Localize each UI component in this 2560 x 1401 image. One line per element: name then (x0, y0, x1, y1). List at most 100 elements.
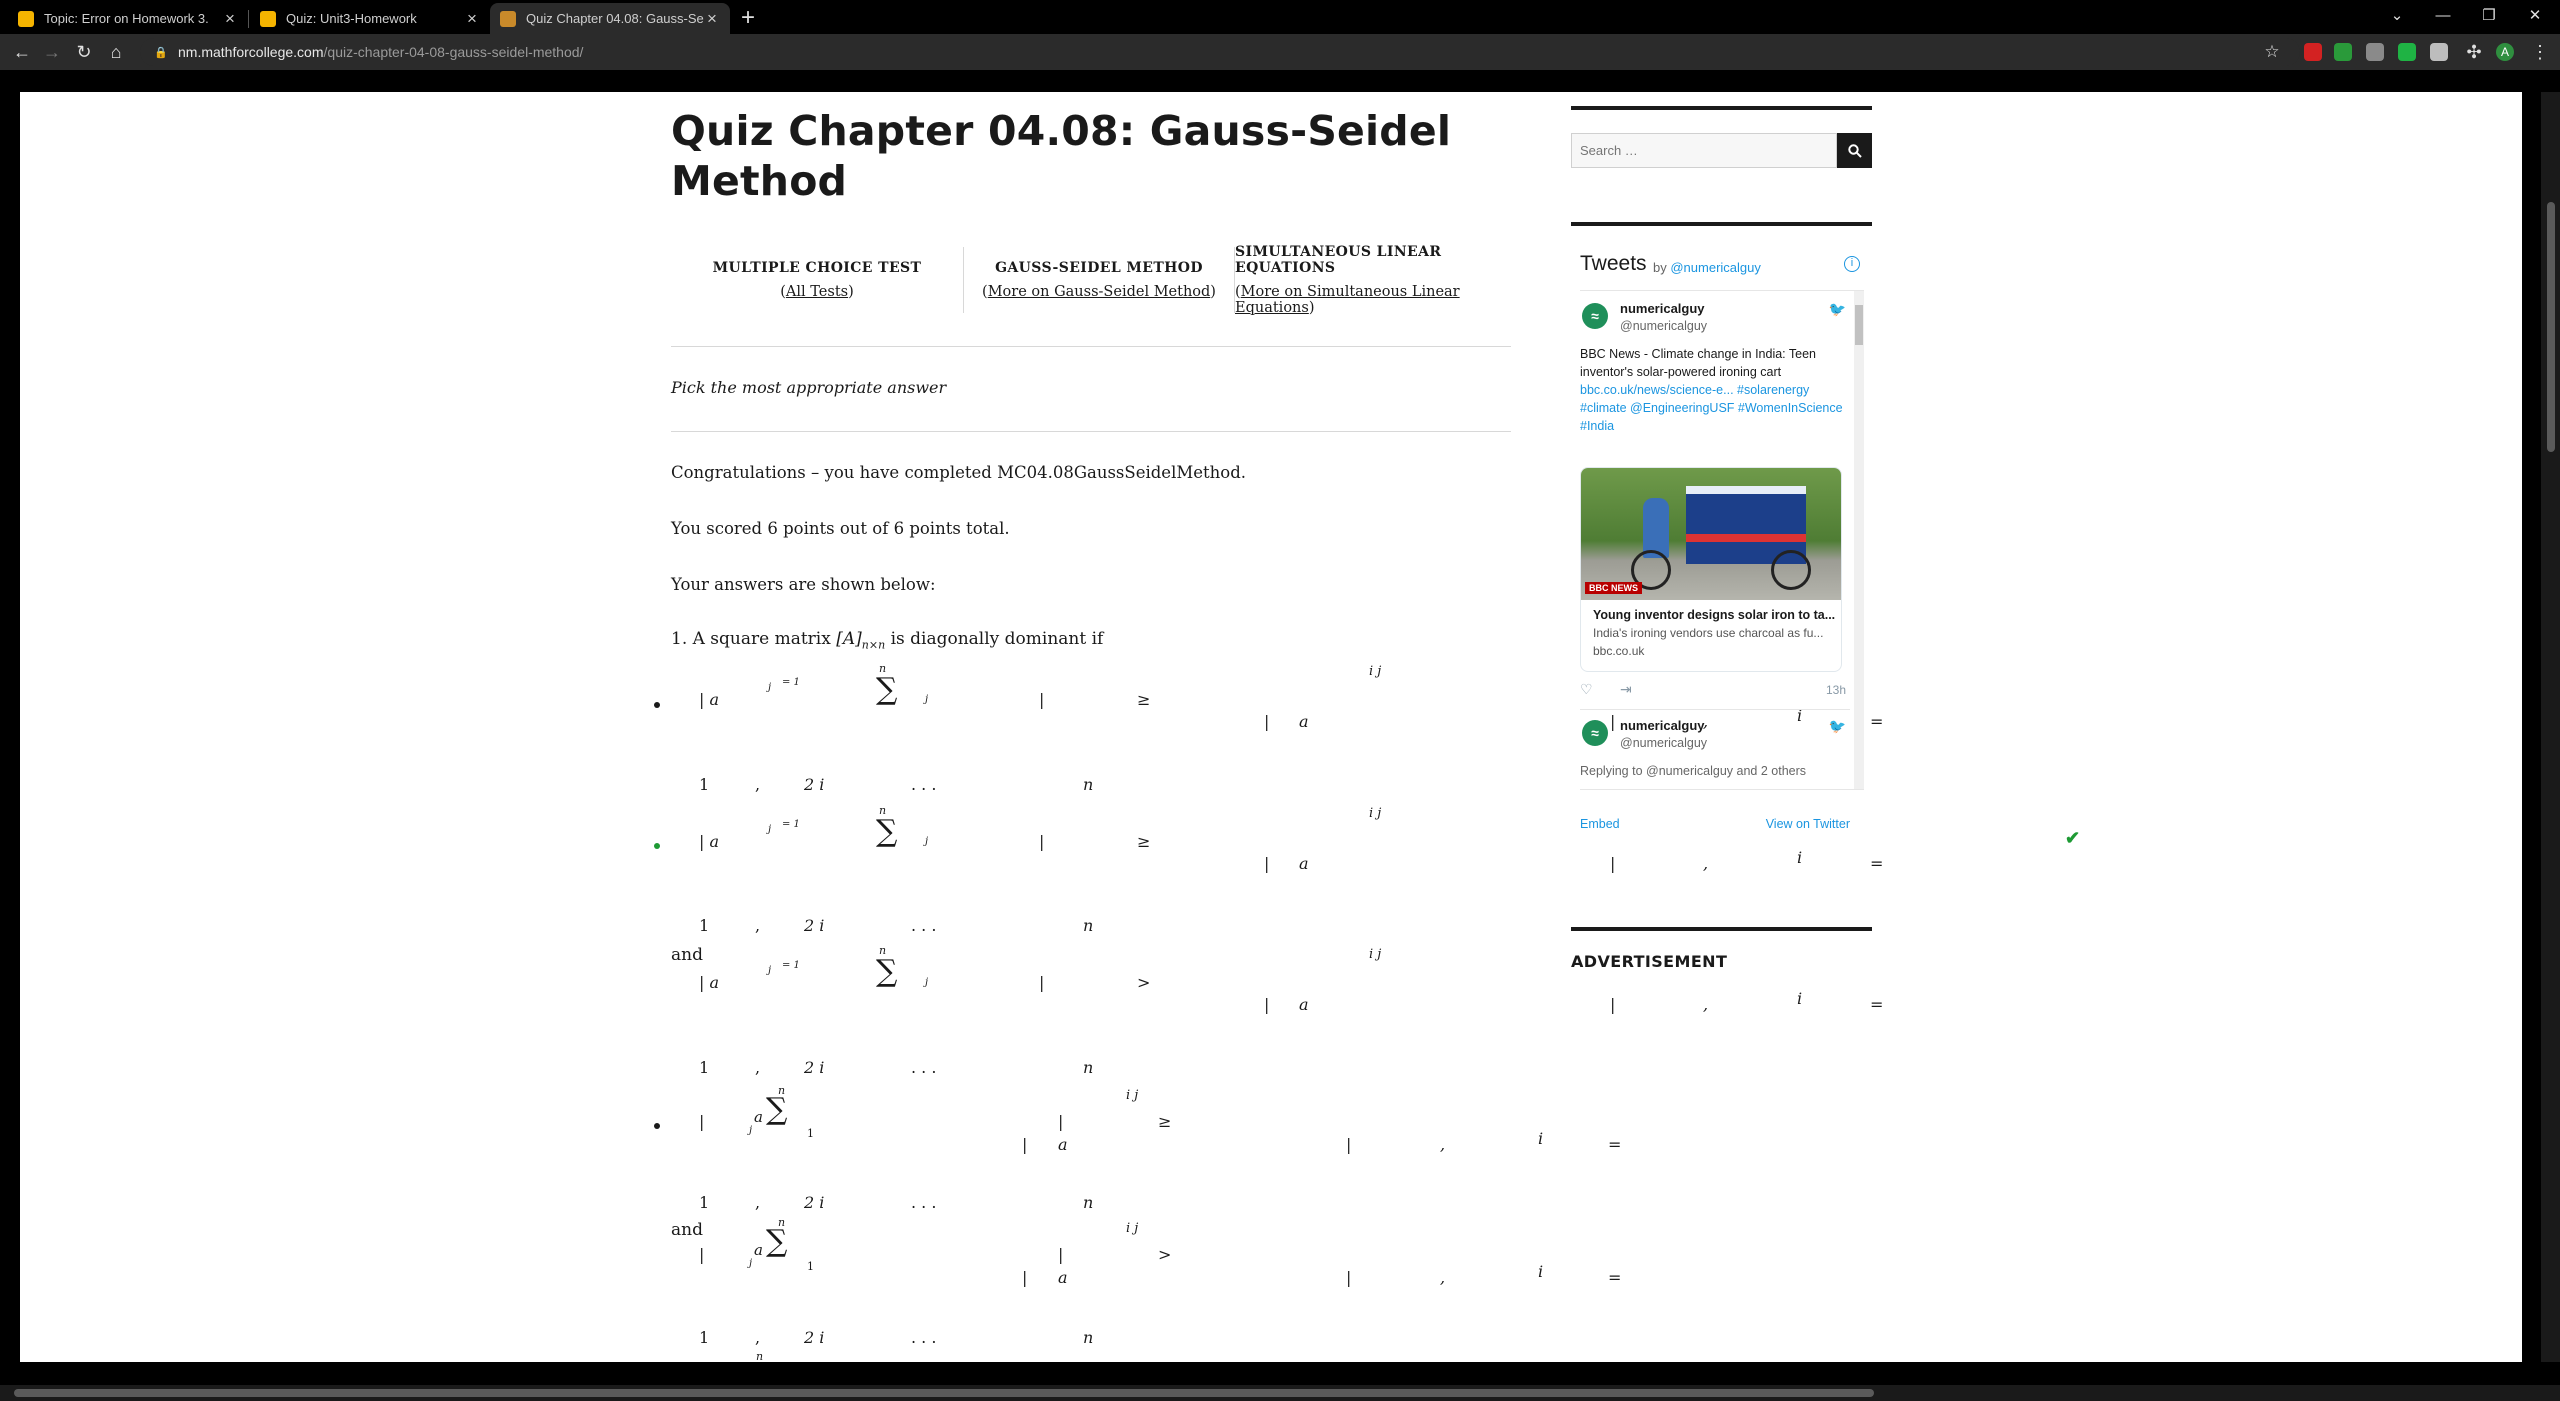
tweet-time[interactable]: 13h (1826, 683, 1846, 697)
extension-red-icon[interactable] (2304, 43, 2322, 61)
math-bar: | (1610, 995, 1616, 1014)
math-comma: , (755, 775, 761, 794)
tweet-text-body: BBC News - Climate change in India: Teen… (1580, 347, 1816, 379)
new-tab-button[interactable]: + (735, 6, 761, 32)
address-bar[interactable]: 🔒 nm.mathforcollege.com/quiz-chapter-04-… (140, 38, 2300, 66)
tweet-author[interactable]: numericalguy (1620, 301, 1705, 316)
math-equals: = (1870, 854, 1884, 873)
math-gt: > (1137, 973, 1151, 992)
tab-quiz-unit3[interactable]: Quiz: Unit3-Homework × (250, 3, 490, 34)
links-gauss-seidel: GAUSS-SEIDEL METHOD (More on Gauss-Seide… (964, 247, 1234, 313)
tweet-item[interactable]: ≈ numericalguy @numericalguy 🐦 BBC News … (1580, 299, 1850, 699)
page-vertical-scrollbar[interactable] (2541, 92, 2560, 1362)
math-ij: i j (1369, 947, 1382, 962)
all-tests-link[interactable]: All Tests (786, 284, 848, 300)
bookmark-star-icon[interactable]: ☆ (2260, 40, 2284, 64)
restore-button[interactable]: ❐ (2466, 2, 2512, 30)
search-button[interactable] (1837, 133, 1872, 168)
option-bullet[interactable] (654, 1123, 660, 1129)
extension-gray-icon[interactable] (2366, 43, 2384, 61)
math-equals: = (1608, 1268, 1622, 1287)
puzzle-extensions-icon[interactable]: ✣ (2462, 40, 2486, 64)
canvas-favicon-icon (18, 10, 34, 27)
twitter-bird-icon[interactable]: 🐦 (1829, 718, 1846, 735)
and-label: and (671, 945, 703, 965)
math-eq1: = 1 (782, 677, 800, 688)
simultaneous-link[interactable]: More on Simultaneous Linear Equations (1235, 284, 1460, 316)
tweet-handle[interactable]: @numericalguy (1620, 736, 1707, 750)
view-on-twitter-link[interactable]: View on Twitter (1766, 817, 1850, 831)
close-tab-icon[interactable]: × (704, 10, 720, 27)
search-icon (1847, 143, 1862, 158)
tweet-text: BBC News - Climate change in India: Teen… (1580, 345, 1846, 435)
tweets-scroll-area[interactable]: ≈ numericalguy @numericalguy 🐦 BBC News … (1580, 290, 1864, 790)
back-arrow-icon[interactable]: ← (10, 40, 34, 64)
math-sub: j (749, 1125, 753, 1136)
math-bar: | (1346, 1268, 1352, 1287)
page-horizontal-scrollbar[interactable] (0, 1385, 2560, 1401)
tweets-scrollbar[interactable] (1854, 291, 1864, 789)
twitter-bird-icon[interactable]: 🐦 (1829, 301, 1846, 318)
sidebar-rule (1571, 106, 1872, 110)
avatar[interactable]: ≈ (1582, 720, 1608, 746)
math-ge: ≥ (1137, 832, 1151, 851)
math-sub: j (749, 1258, 753, 1269)
extension-light-icon[interactable] (2430, 43, 2448, 61)
math-bar: | (1058, 1112, 1064, 1131)
embed-link[interactable]: Embed (1580, 817, 1620, 831)
math-sum: ∑ (766, 1092, 788, 1127)
tab-gauss-seidel-quiz[interactable]: Quiz Chapter 04.08: Gauss-Seidel × (490, 3, 730, 34)
like-heart-icon[interactable]: ♡ (1580, 681, 1593, 698)
math-abs-a: | a (699, 973, 720, 992)
extension-green-icon[interactable] (2334, 43, 2352, 61)
option-bullet[interactable] (654, 702, 660, 708)
scrollbar-thumb[interactable] (1855, 305, 1863, 345)
links-head: SIMULTANEOUS LINEAR EQUATIONS (1235, 244, 1442, 276)
tweet-links[interactable]: bbc.co.uk/news/science-e... #solarenergy… (1580, 383, 1843, 433)
math-comma: , (755, 1328, 761, 1347)
tweet-handle[interactable]: @numericalguy (1620, 319, 1707, 333)
minimize-button[interactable]: — (2420, 2, 2466, 30)
search-input[interactable] (1571, 133, 1837, 168)
share-icon[interactable]: ⇥ (1620, 681, 1632, 698)
option-bullet-correct[interactable] (654, 843, 660, 849)
scrollbar-thumb[interactable] (14, 1389, 1874, 1397)
math-sub: j (925, 977, 929, 988)
math-two-i: 2 i (804, 1193, 825, 1212)
avatar[interactable]: ≈ (1582, 303, 1608, 329)
close-tab-icon[interactable]: × (222, 10, 238, 27)
math-a: a (1299, 995, 1309, 1014)
math-sum: ∑ (766, 1224, 788, 1259)
math-equals: = (1870, 995, 1884, 1014)
menu-kebab-icon[interactable]: ⋮ (2528, 40, 2552, 64)
profile-avatar[interactable]: A (2496, 43, 2514, 61)
math-abs-a: | a (699, 690, 720, 709)
home-icon[interactable]: ⌂ (104, 40, 128, 64)
gauss-seidel-link[interactable]: More on Gauss-Seidel Method (988, 284, 1211, 300)
tab-topic-error[interactable]: Topic: Error on Homework 3. × (8, 3, 248, 34)
forward-arrow-icon[interactable]: → (40, 40, 64, 64)
question-suffix: is diagonally dominant if (885, 629, 1104, 649)
tweets-handle-link[interactable]: @numericalguy (1670, 260, 1761, 275)
scrollbar-thumb[interactable] (2547, 202, 2555, 452)
reload-icon[interactable]: ↻ (72, 40, 96, 64)
math-one: 1 (699, 1328, 710, 1347)
advertisement-heading: ADVERTISEMENT (1571, 952, 1728, 971)
math-comma: , (755, 1058, 761, 1077)
close-tab-icon[interactable]: × (464, 10, 480, 27)
math-n: n (1083, 1058, 1094, 1077)
tweet-author[interactable]: numericalguy (1620, 718, 1705, 733)
math-a: a (754, 1108, 763, 1126)
tweet-link-card[interactable]: BBC NEWS Young inventor designs solar ir… (1580, 467, 1842, 672)
sidebar-rule (1571, 927, 1872, 931)
page-title: Quiz Chapter 04.08: Gauss-Seidel Method (671, 107, 1452, 205)
math-one: 1 (807, 1127, 814, 1140)
info-icon[interactable]: i (1844, 256, 1860, 272)
math-eq1: = 1 (782, 960, 800, 971)
close-window-button[interactable]: ✕ (2512, 2, 2558, 30)
tab-search-chevron-icon[interactable]: ⌄ (2374, 2, 2420, 30)
extension-check-icon[interactable] (2398, 43, 2416, 61)
math-sub: j (925, 836, 929, 847)
tweet-item[interactable]: ≈ numericalguy @numericalguy 🐦 Replying … (1580, 709, 1850, 789)
math-n: n (1083, 916, 1094, 935)
